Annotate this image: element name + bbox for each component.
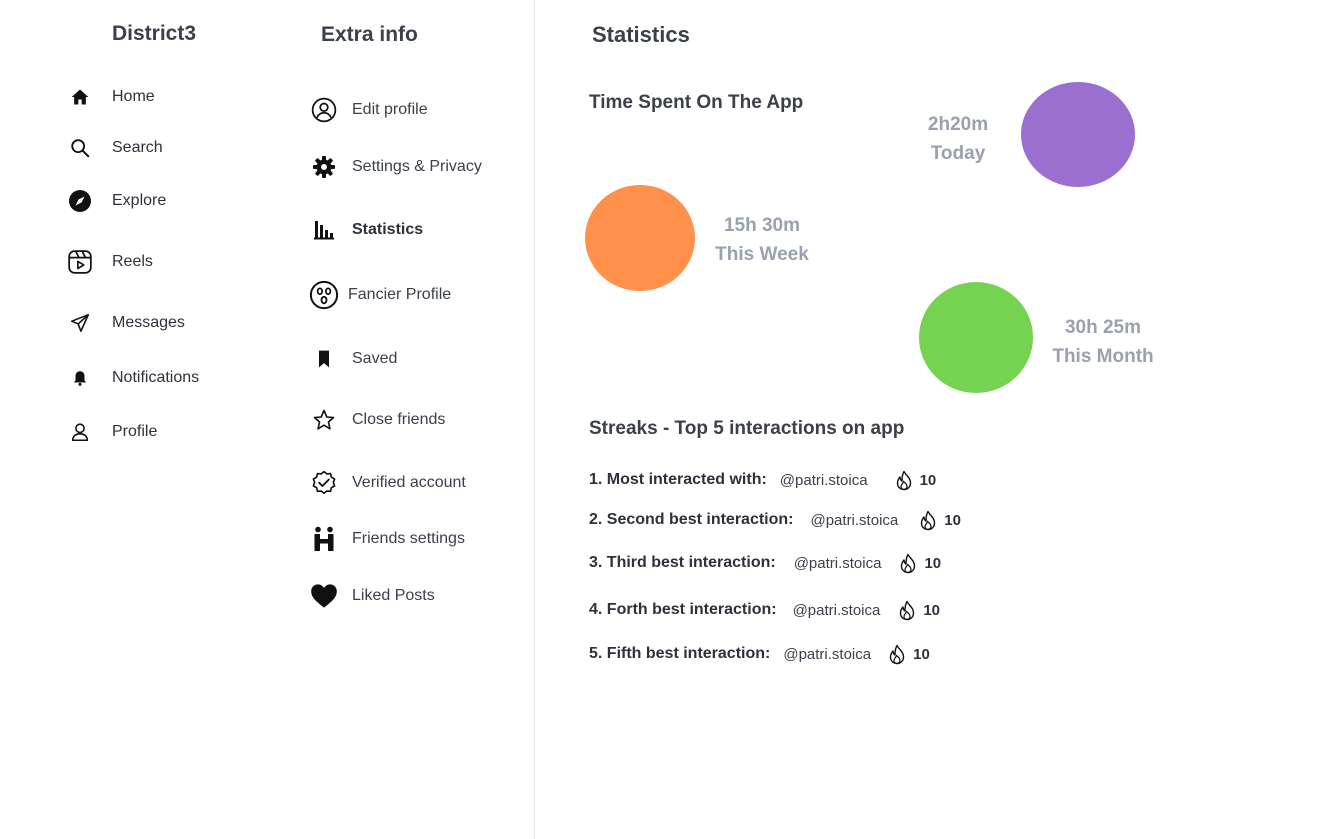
extra-item-label: Statistics (352, 221, 424, 238)
nav-item-label: Notifications (112, 369, 200, 386)
extra-item-settings-privacy[interactable]: Settings & Privacy (308, 151, 482, 183)
time-today-period: Today (930, 143, 986, 164)
reels-icon (66, 248, 94, 276)
streak-count: 10 (924, 554, 942, 572)
column-divider (534, 0, 535, 839)
nav-item-label: Explore (112, 192, 167, 209)
fire-icon (897, 599, 917, 621)
nav-item-label: Search (112, 139, 163, 156)
nav-item-label: Reels (112, 253, 153, 270)
bubble-today (1021, 82, 1135, 187)
streak-label: 1. Most interacted with: (589, 471, 767, 488)
streak-username[interactable]: @patri.stoica (793, 602, 881, 619)
streak-count: 10 (913, 645, 930, 663)
verified-badge-icon (308, 467, 340, 499)
nav-item-label: Profile (112, 423, 158, 440)
nav-item-home[interactable]: Home (66, 83, 155, 111)
friends-icon (308, 523, 340, 555)
home-icon (66, 83, 94, 111)
compass-icon (66, 187, 94, 215)
bar-chart-icon (308, 214, 340, 246)
user-icon (66, 418, 94, 446)
streak-username[interactable]: @patri.stoica (780, 472, 868, 489)
streak-username[interactable]: @patri.stoica (794, 555, 882, 572)
streak-label: 4. Forth best interaction: (589, 601, 777, 618)
extra-item-close-friends[interactable]: Close friends (308, 404, 445, 436)
time-month-value: 30h 25m (1064, 317, 1142, 338)
fire-icon (894, 469, 914, 491)
streaks-heading: Streaks - Top 5 interactions on app (589, 418, 905, 439)
streak-row: 4. Forth best interaction: @patri.stoica… (589, 598, 940, 622)
fire-icon (918, 509, 938, 531)
streak-label: 3. Third best interaction: (589, 554, 776, 571)
extra-item-label: Liked Posts (352, 587, 435, 604)
page-title: Statistics (592, 22, 690, 47)
extra-item-label: Settings & Privacy (352, 158, 482, 175)
fire-icon (898, 552, 918, 574)
search-icon (66, 134, 94, 162)
extra-info-title: Extra info (321, 23, 418, 46)
nav-item-search[interactable]: Search (66, 134, 163, 162)
streak-count: 10 (919, 471, 937, 489)
user-circle-icon (308, 94, 340, 126)
time-week-value: 15h 30m (723, 215, 801, 236)
extra-item-label: Friends settings (352, 530, 465, 547)
extra-item-friends-settings[interactable]: Friends settings (308, 523, 465, 555)
nav-item-notifications[interactable]: Notifications (66, 364, 199, 392)
nav-item-reels[interactable]: Reels (66, 248, 153, 276)
nav-item-messages[interactable]: Messages (66, 309, 185, 337)
bookmark-icon (308, 343, 340, 375)
streak-row: 1. Most interacted with: @patri.stoica 1… (589, 468, 936, 492)
extra-item-label: Fancier Profile (348, 286, 452, 303)
streak-username[interactable]: @patri.stoica (783, 646, 871, 663)
send-icon (66, 309, 94, 337)
streak-row: 3. Third best interaction: @patri.stoica… (589, 551, 941, 575)
extra-item-saved[interactable]: Saved (308, 343, 397, 375)
time-month-period: This Month (1052, 346, 1154, 367)
streak-count: 10 (944, 511, 961, 529)
streak-label: 5. Fifth best interaction: (589, 645, 771, 662)
fire-icon (887, 643, 907, 665)
streak-row: 2. Second best interaction: @patri.stoic… (589, 508, 961, 532)
extra-item-label: Close friends (352, 411, 446, 428)
app-logo-title[interactable]: District3 (112, 22, 196, 46)
star-icon (308, 404, 340, 436)
extra-item-liked-posts[interactable]: Liked Posts (308, 580, 435, 612)
streak-row: 5. Fifth best interaction: @patri.stoica… (589, 642, 930, 666)
time-today-label: 2h20m Today (908, 110, 1008, 168)
bubble-week (585, 185, 695, 291)
bubble-month (919, 282, 1033, 393)
gear-icon (308, 151, 340, 183)
time-spent-heading: Time Spent On The App (589, 92, 804, 113)
extra-item-verified-account[interactable]: Verified account (308, 467, 466, 499)
bell-icon (66, 364, 94, 392)
extra-item-fancier-profile[interactable]: Fancier Profile (308, 279, 451, 311)
app-window: District3 Home Search Explore Reels Mess… (0, 0, 1326, 839)
surprised-face-icon (308, 279, 340, 311)
time-week-period: This Week (715, 244, 809, 265)
streak-label: 2. Second best interaction: (589, 511, 794, 528)
extra-item-label: Saved (352, 350, 398, 367)
streak-username[interactable]: @patri.stoica (810, 512, 898, 529)
time-week-label: 15h 30m This Week (702, 211, 822, 269)
extra-item-label: Edit profile (352, 101, 428, 118)
extra-item-statistics[interactable]: Statistics (308, 214, 423, 246)
nav-item-explore[interactable]: Explore (66, 187, 166, 215)
extra-item-label: Verified account (352, 474, 466, 491)
heart-icon (308, 580, 340, 612)
extra-item-edit-profile[interactable]: Edit profile (308, 94, 428, 126)
nav-item-label: Messages (112, 314, 185, 331)
nav-item-profile[interactable]: Profile (66, 418, 157, 446)
time-month-label: 30h 25m This Month (1042, 313, 1164, 371)
nav-item-label: Home (112, 88, 155, 105)
time-today-value: 2h20m (927, 114, 989, 135)
streak-count: 10 (923, 601, 941, 619)
